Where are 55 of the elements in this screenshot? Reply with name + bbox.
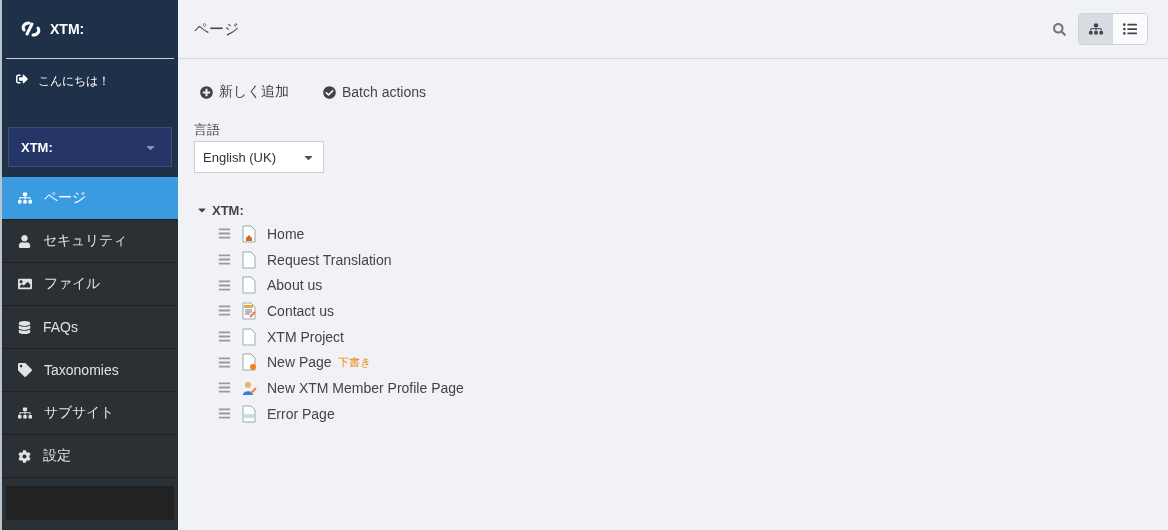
page-title-link[interactable]: New XTM Member Profile Page [267,379,464,396]
site-select[interactable]: XTM: [8,127,172,167]
add-button[interactable]: 新しく追加 [194,79,295,105]
drag-handle-icon[interactable] [218,278,231,292]
page-title: ページ [194,19,239,39]
drag-handle-icon[interactable] [218,227,231,241]
page-title-link[interactable]: Error Page [267,405,335,422]
drag-handle-icon[interactable] [218,381,231,395]
user-icon [18,234,31,248]
list-view-button[interactable] [1113,14,1147,44]
draft-page-icon [241,353,257,372]
language-select[interactable]: English (UK) [194,141,324,173]
check-icon [323,85,336,99]
drag-handle-icon[interactable] [218,330,231,344]
database-icon [18,320,31,334]
page-title-link[interactable]: Contact us [267,302,334,319]
batch-actions-button[interactable]: Batch actions [317,79,433,105]
form-page-icon [241,301,257,320]
drag-handle-icon[interactable] [218,304,231,318]
sidebar-item[interactable]: ファイル [2,263,178,306]
page-title-link[interactable]: Request Translation [267,251,392,268]
drag-handle-icon[interactable] [218,407,231,421]
language-label: 言語 [194,121,221,139]
image-icon [18,277,32,291]
page-title-link[interactable]: XTM Project [267,328,344,345]
sidebar-item[interactable]: FAQs [2,306,178,349]
greeting-text: こんにちは！ [38,73,110,90]
page-title-link[interactable]: New Page [267,354,332,371]
sidebar-item[interactable]: Taxonomies [2,349,178,392]
home-page-icon [241,224,257,243]
plus-icon [200,85,213,99]
sitemap-icon [18,191,32,205]
list-icon [1123,22,1137,36]
sidebar-item[interactable]: 設定 [2,435,178,478]
drag-handle-icon[interactable] [218,253,231,267]
page-icon [241,250,257,269]
logout-icon[interactable] [16,73,28,85]
draft-label: 下書き [337,354,371,370]
logo-icon [20,20,42,38]
error-page-icon [241,404,257,423]
search-icon[interactable] [1053,22,1066,36]
tree-root[interactable]: XTM: [212,202,244,218]
page-icon [241,327,257,346]
settings-icon [18,449,31,463]
tree-view-button[interactable] [1079,14,1113,44]
brand-name: XTM: [50,21,85,37]
sidebar-item[interactable]: サブサイト [2,392,178,435]
drag-handle-icon[interactable] [218,355,231,369]
sitemap-icon [18,406,32,420]
page-title-link[interactable]: About us [267,277,323,294]
page-title-link[interactable]: Home [267,225,305,242]
sidebar-item[interactable]: セキュリティ [2,220,178,263]
tag-icon [18,363,32,377]
sitemap-icon [1089,22,1103,36]
page-icon [241,276,257,295]
